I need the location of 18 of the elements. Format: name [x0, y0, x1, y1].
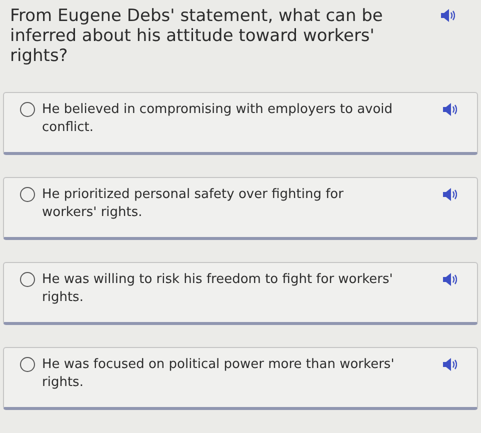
option-text: He was focused on political power more than workers' rights. [42, 356, 396, 392]
option-text: He believed in compromising with employers to avoid conflict. [42, 101, 394, 137]
question-text: From Eugene Debs' statement, what can be inferred about his attitude toward workers' rights? [10, 6, 384, 66]
radio-button[interactable] [20, 102, 35, 117]
answer-option[interactable]: He believed in compromising with employers to avoid conflict. [3, 92, 478, 155]
option-text: He prioritized personal safety over fighting for workers' rights. [42, 186, 344, 222]
speaker-icon[interactable] [443, 188, 457, 201]
radio-button[interactable] [20, 357, 35, 372]
speaker-icon[interactable] [443, 103, 457, 116]
option-text: He was willing to risk his freedom to fight for workers' rights. [42, 271, 394, 307]
radio-button[interactable] [20, 272, 35, 287]
answer-option[interactable]: He prioritized personal safety over fighting for workers' rights. [3, 177, 478, 240]
speaker-icon[interactable] [441, 9, 455, 22]
radio-button[interactable] [20, 187, 35, 202]
speaker-icon[interactable] [443, 358, 457, 371]
speaker-icon[interactable] [443, 273, 457, 286]
answer-option[interactable]: He was willing to risk his freedom to fight for workers' rights. [3, 262, 478, 325]
answer-option[interactable]: He was focused on political power more than workers' rights. [3, 347, 478, 410]
